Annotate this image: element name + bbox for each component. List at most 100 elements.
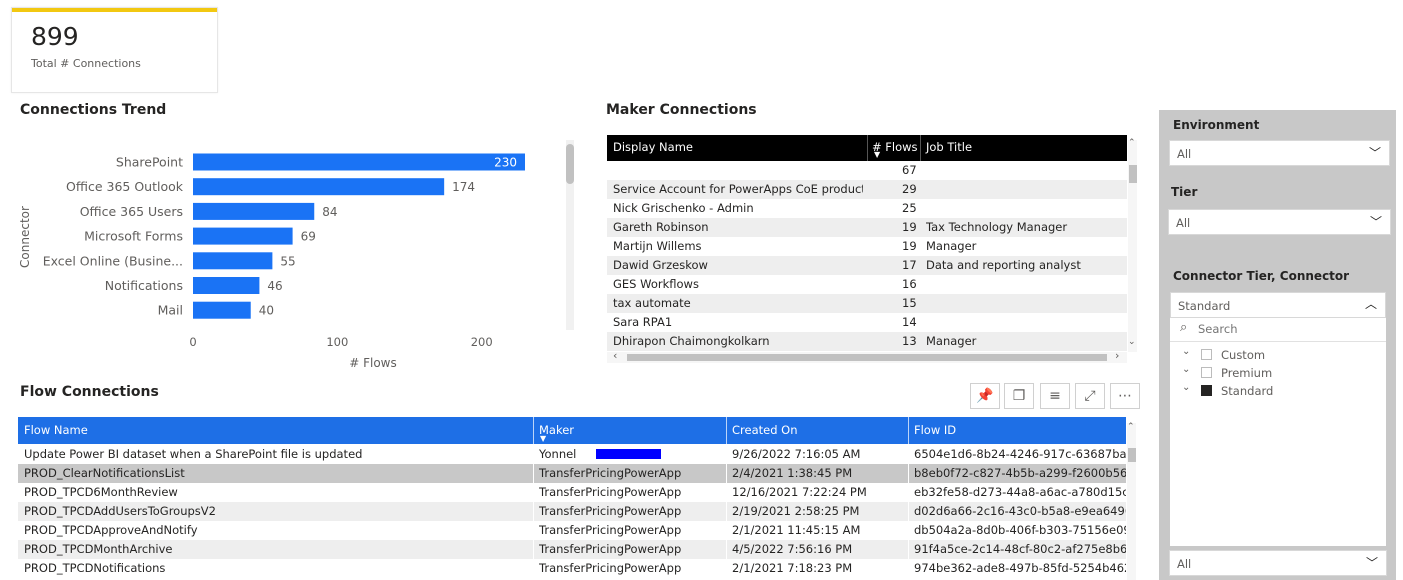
table-row[interactable]: PROD_ClearNotificationsList TransferPrici… xyxy=(18,464,1126,483)
table-cell-job: Manager xyxy=(926,239,977,253)
flow-connections-table[interactable]: Flow Name Maker ▼ Created On Flow ID Upd… xyxy=(15,415,1137,580)
table-row[interactable]: PROD_TPCDApproveAndNotify TransferPricing… xyxy=(18,521,1126,540)
more-options-button[interactable]: ⋯ xyxy=(1110,383,1140,409)
chevron-down-icon[interactable]: ⌄ xyxy=(1182,382,1190,393)
table-cell-maker: TransferPricingPowerApp xyxy=(539,542,682,556)
table-cell-name: PROD_TPCDAddUsersToGroupsV2 xyxy=(24,504,216,518)
maker-hscroll[interactable]: ‹ › xyxy=(607,349,1127,363)
table-cell-maker: TransferPricingPowerApp xyxy=(539,561,682,575)
redaction-block xyxy=(596,449,661,459)
checkbox[interactable] xyxy=(1201,385,1212,396)
col-display-name[interactable]: Display Name xyxy=(613,140,693,154)
checkbox[interactable] xyxy=(1201,367,1212,378)
table-cell-created: 2/4/2021 1:38:45 PM xyxy=(732,466,853,480)
tier-label: Tier xyxy=(1171,185,1198,199)
maker-vscroll[interactable]: ⌃ ⌄ xyxy=(1128,138,1137,352)
search-input[interactable] xyxy=(1198,322,1368,336)
connector-dropdown[interactable]: Standard ︿ xyxy=(1170,292,1386,318)
table-row[interactable]: Nick Grischenko - Admin 25 xyxy=(607,199,1127,218)
scroll-up-icon[interactable]: ⌃ xyxy=(1127,422,1135,432)
slicer-item-premium[interactable]: ⌄ Premium xyxy=(1170,364,1386,382)
scroll-left-icon[interactable]: ‹ xyxy=(613,349,617,362)
table-row[interactable]: Service Account for PowerApps CoE produc… xyxy=(607,180,1127,199)
scroll-right-icon[interactable]: › xyxy=(1115,349,1119,362)
environment-value: All xyxy=(1177,147,1192,161)
kpi-card[interactable]: 899 Total # Connections xyxy=(11,7,218,93)
chevron-up-icon: ︿ xyxy=(1364,297,1377,311)
chevron-down-icon[interactable]: ⌄ xyxy=(1182,364,1190,375)
col-separator xyxy=(726,445,727,464)
table-row[interactable]: PROD_TPCD6MonthReview TransferPricingPowe… xyxy=(18,483,1126,502)
table-row[interactable]: GES Workflows 16 xyxy=(607,275,1127,294)
x-tick-label: 100 xyxy=(326,335,348,349)
table-cell-maker: TransferPricingPowerApp xyxy=(539,523,682,537)
filter-panel: Environment All ﹀ Tier All ﹀ Connector T… xyxy=(1159,110,1396,580)
slicer-item-standard[interactable]: ⌄ Standard xyxy=(1170,382,1386,400)
scroll-up-icon[interactable]: ⌃ xyxy=(1128,138,1137,148)
flow-vscroll[interactable]: ⌃ xyxy=(1127,422,1136,580)
connections-trend-chart[interactable]: SharePoint 230 Office 365 Outlook 174 Office… xyxy=(15,130,581,377)
flow-vscroll-thumb[interactable] xyxy=(1128,448,1136,462)
maker-hscroll-thumb[interactable] xyxy=(627,354,1107,361)
copy-visual-button[interactable]: ❐ xyxy=(1004,383,1034,409)
category-label: SharePoint xyxy=(116,155,183,170)
data-label: 55 xyxy=(280,254,295,268)
col-separator xyxy=(867,135,868,161)
checkbox[interactable] xyxy=(1201,349,1212,360)
bar-2[interactable] xyxy=(193,202,315,220)
table-cell-name: PROD_TPCDMonthArchive xyxy=(24,542,173,556)
table-row[interactable]: Dawid Grzeskow 17 Data and reporting analy… xyxy=(607,256,1127,275)
maker-connections-table[interactable]: Display Name # Flows ▼ Job Title 67 Servi… xyxy=(600,130,1142,370)
col-separator xyxy=(908,464,909,483)
table-row[interactable]: PROD_TPCDMonthArchive TransferPricingPowe… xyxy=(18,540,1126,559)
slicer-item-label: Standard xyxy=(1221,384,1274,398)
chart-scrollbar[interactable] xyxy=(566,140,574,330)
bar-1[interactable] xyxy=(193,178,445,196)
table-row[interactable]: PROD_TPCDAddUsersToGroupsV2 TransferPrici… xyxy=(18,502,1126,521)
col-separator xyxy=(533,483,534,502)
table-cell-created: 2/1/2021 7:18:23 PM xyxy=(732,561,853,575)
col-flow-name[interactable]: Flow Name xyxy=(24,423,88,437)
col-separator xyxy=(533,502,534,521)
bottom-dropdown[interactable]: All ﹀ xyxy=(1169,550,1387,576)
table-row[interactable]: PROD_TPCDNotifications TransferPricingPow… xyxy=(18,559,1126,578)
table-row[interactable]: Sara RPA1 14 xyxy=(607,313,1127,332)
tier-dropdown[interactable]: All ﹀ xyxy=(1168,209,1391,235)
connector-search[interactable]: ⌕ xyxy=(1170,318,1386,342)
table-row[interactable]: Dhirapon Chaimongkolkarn 13 Manager xyxy=(607,332,1127,351)
table-cell-flows: 16 xyxy=(902,277,917,291)
bar-3[interactable] xyxy=(193,227,293,245)
table-row[interactable]: tax automate 15 xyxy=(607,294,1127,313)
bar-6[interactable] xyxy=(193,301,251,319)
pin-visual-button[interactable]: 📌 xyxy=(970,383,1000,409)
bar-5[interactable] xyxy=(193,277,260,294)
category-label: Office 365 Outlook xyxy=(66,179,184,194)
col-job-title[interactable]: Job Title xyxy=(926,140,972,154)
bar-4[interactable] xyxy=(193,252,273,270)
connector-label: Connector Tier, Connector xyxy=(1173,269,1350,283)
table-row[interactable]: 67 xyxy=(607,161,1127,180)
slicer-item-custom[interactable]: ⌄ Custom xyxy=(1170,346,1386,364)
maker-vscroll-thumb[interactable] xyxy=(1129,165,1137,183)
col-separator xyxy=(908,502,909,521)
table-row[interactable]: Gareth Robinson 19 Tax Technology Manager xyxy=(607,218,1127,237)
col-flow-id[interactable]: Flow ID xyxy=(914,423,956,437)
table-cell-created: 2/19/2021 2:58:25 PM xyxy=(732,504,860,518)
category-label: Office 365 Users xyxy=(80,204,183,219)
scroll-down-icon[interactable]: ⌄ xyxy=(1128,337,1137,347)
chevron-down-icon[interactable]: ⌄ xyxy=(1182,346,1190,357)
environment-dropdown[interactable]: All ﹀ xyxy=(1169,140,1390,166)
flow-table-header: Flow Name Maker ▼ Created On Flow ID xyxy=(18,417,1126,444)
table-row[interactable]: Update Power BI dataset when a SharePoin… xyxy=(18,445,1126,464)
table-row[interactable]: Martijn Willems 19 Manager xyxy=(607,237,1127,256)
data-label: 230 xyxy=(494,156,517,170)
focus-mode-button[interactable]: ⤢ xyxy=(1075,383,1105,409)
y-axis-title: Connector xyxy=(18,206,32,268)
pin-icon: 📌 xyxy=(976,388,994,404)
filter-visual-button[interactable]: ≡ xyxy=(1040,383,1070,409)
bar-0[interactable] xyxy=(193,153,525,171)
col-separator xyxy=(533,540,534,559)
chart-scrollbar-thumb[interactable] xyxy=(566,144,574,184)
col-separator xyxy=(908,445,909,464)
col-created-on[interactable]: Created On xyxy=(732,423,798,437)
